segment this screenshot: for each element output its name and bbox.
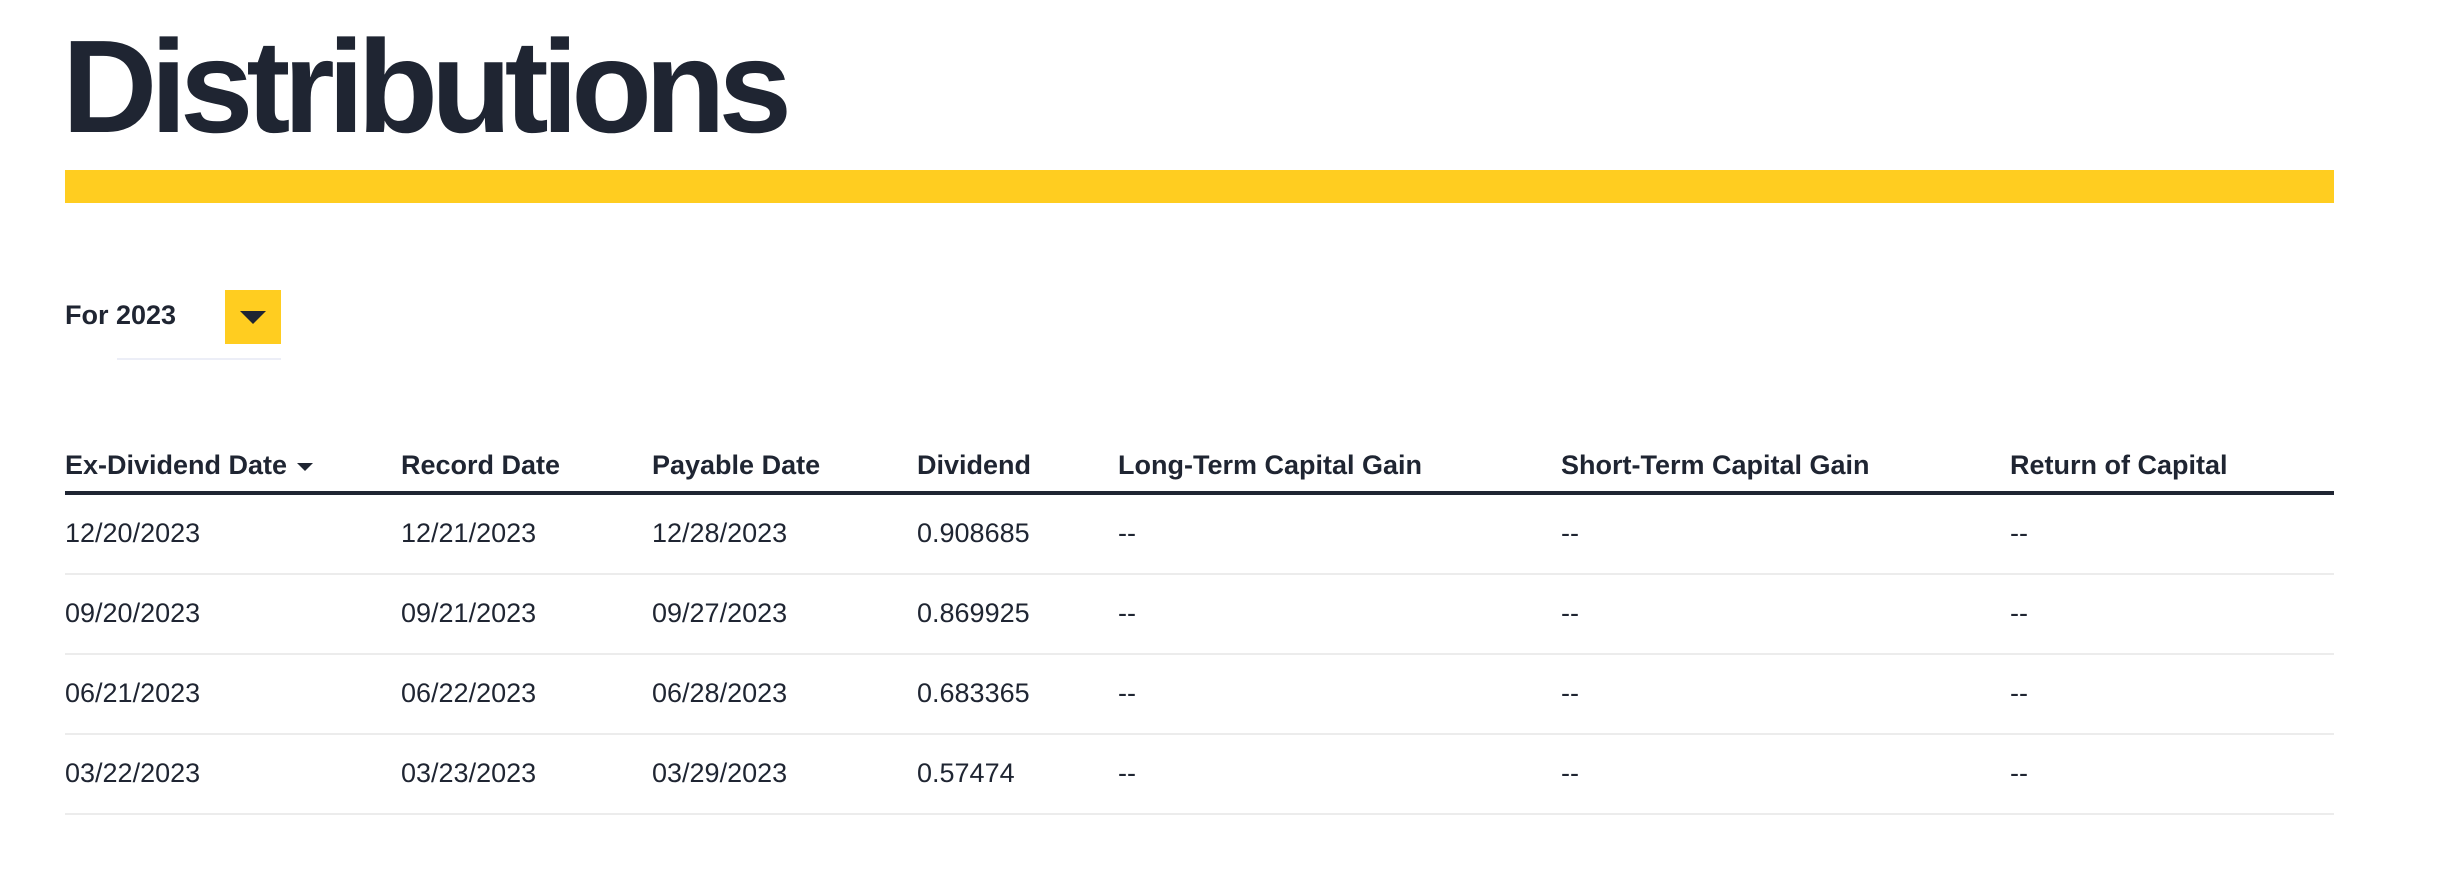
- cell-record-date: 06/22/2023: [401, 678, 537, 708]
- table-row: 12/20/2023 12/21/2023 12/28/2023 0.908685 --…: [65, 495, 2334, 575]
- cell-payable-date: 12/28/2023: [652, 518, 788, 548]
- cell-ex-dividend-date: 12/20/2023: [65, 518, 201, 548]
- cell-record-date: 12/21/2023: [401, 518, 537, 548]
- cell-return-of-capital: --: [2010, 758, 2028, 788]
- cell-dividend: 0.908685: [917, 518, 1030, 548]
- cell-dividend: 0.683365: [917, 678, 1030, 708]
- cell-return-of-capital: --: [2010, 518, 2028, 548]
- cell-short-term-capital-gain: --: [1561, 518, 1579, 548]
- cell-long-term-capital-gain: --: [1118, 598, 1136, 628]
- distributions-table: Ex-Dividend Date Record Date Payable Dat…: [65, 440, 2334, 815]
- header-dividend: Dividend: [917, 450, 1032, 480]
- cell-short-term-capital-gain: --: [1561, 598, 1579, 628]
- header-label: Ex-Dividend Date: [65, 450, 288, 480]
- table-row: 03/22/2023 03/23/2023 03/29/2023 0.57474 -- -…: [65, 735, 2334, 815]
- header-long-term-capital-gain: Long-Term Capital Gain: [1118, 450, 1423, 480]
- header-return-of-capital: Return of Capital: [2010, 450, 2228, 480]
- table-row: 09/20/2023 09/21/2023 09/27/2023 0.869925 --…: [65, 575, 2334, 655]
- table-header-row: Ex-Dividend Date Record Date Payable Dat…: [65, 440, 2334, 495]
- sort-desc-icon[interactable]: [297, 462, 314, 471]
- page-title: Distributions: [62, 13, 792, 160]
- year-dropdown-button[interactable]: [225, 290, 281, 344]
- cell-payable-date: 06/28/2023: [652, 678, 788, 708]
- cell-short-term-capital-gain: --: [1561, 678, 1579, 708]
- cell-long-term-capital-gain: --: [1118, 758, 1136, 788]
- cell-long-term-capital-gain: --: [1118, 678, 1136, 708]
- cell-payable-date: 09/27/2023: [652, 598, 788, 628]
- cell-dividend: 0.869925: [917, 598, 1030, 628]
- caret-down-icon: [240, 311, 266, 324]
- header-payable-date: Payable Date: [652, 450, 821, 480]
- year-filter-label: For 2023: [65, 300, 177, 330]
- cell-long-term-capital-gain: --: [1118, 518, 1136, 548]
- cell-return-of-capital: --: [2010, 678, 2028, 708]
- cell-short-term-capital-gain: --: [1561, 758, 1579, 788]
- cell-ex-dividend-date: 06/21/2023: [65, 678, 201, 708]
- table-row: 06/21/2023 06/22/2023 06/28/2023 0.683365 --…: [65, 655, 2334, 735]
- cell-return-of-capital: --: [2010, 598, 2028, 628]
- accent-bar: [65, 170, 2334, 203]
- header-short-term-capital-gain: Short-Term Capital Gain: [1561, 450, 1870, 480]
- header-record-date: Record Date: [401, 450, 561, 480]
- cell-dividend: 0.57474: [917, 758, 1015, 788]
- cell-ex-dividend-date: 03/22/2023: [65, 758, 201, 788]
- dropdown-underline: [117, 358, 281, 360]
- cell-ex-dividend-date: 09/20/2023: [65, 598, 201, 628]
- header-ex-dividend-date[interactable]: Ex-Dividend Date: [65, 450, 314, 481]
- cell-payable-date: 03/29/2023: [652, 758, 788, 788]
- cell-record-date: 09/21/2023: [401, 598, 537, 628]
- cell-record-date: 03/23/2023: [401, 758, 537, 788]
